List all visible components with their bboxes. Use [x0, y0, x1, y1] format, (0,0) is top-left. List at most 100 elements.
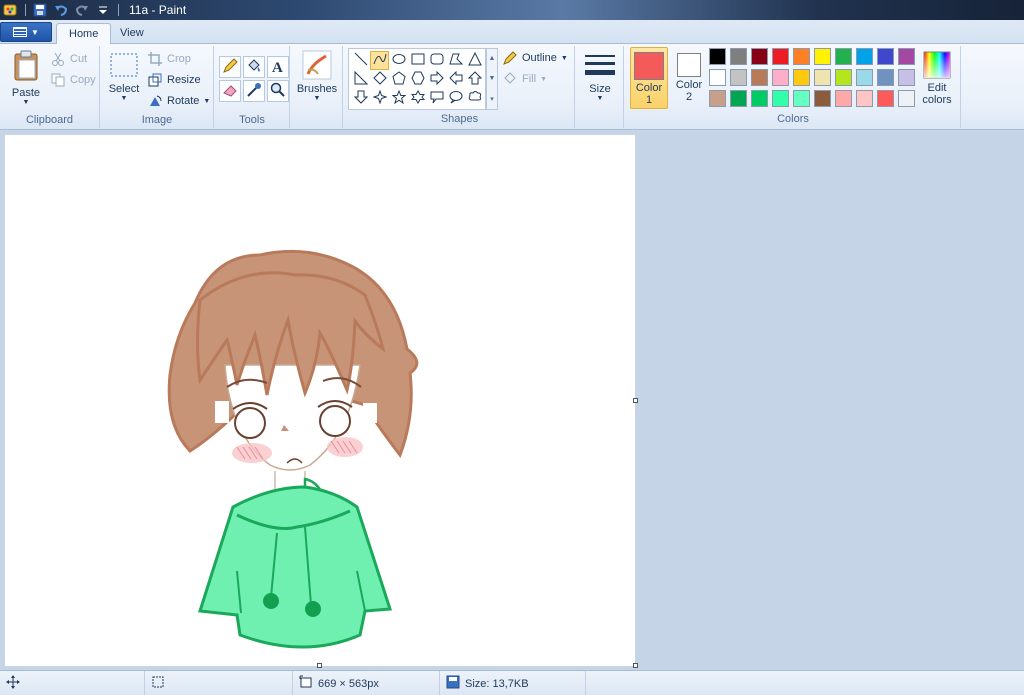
- color-1-swatch: [634, 52, 664, 80]
- shape-five-point-star[interactable]: [389, 89, 408, 108]
- palette-color-13[interactable]: [751, 69, 768, 86]
- tab-view[interactable]: View: [108, 23, 156, 45]
- copy-button[interactable]: Copy: [50, 71, 96, 89]
- paste-button[interactable]: Paste ▼: [8, 50, 44, 106]
- outline-label: Outline: [522, 52, 557, 64]
- palette-color-20[interactable]: [898, 69, 915, 86]
- cut-button[interactable]: Cut: [50, 50, 87, 68]
- save-icon[interactable]: [33, 3, 47, 17]
- palette-color-6[interactable]: [814, 48, 831, 65]
- palette-color-27[interactable]: [835, 90, 852, 107]
- shape-oval-callout[interactable]: [446, 89, 465, 108]
- palette-color-29[interactable]: [877, 90, 894, 107]
- redo-icon[interactable]: [75, 3, 89, 17]
- hexagon-shape-icon: [410, 71, 425, 88]
- paint-menu-button[interactable]: ▼: [0, 22, 52, 42]
- expand-gallery-icon[interactable]: ▾: [490, 95, 494, 103]
- palette-color-8[interactable]: [856, 48, 873, 65]
- palette-color-24[interactable]: [772, 90, 789, 107]
- drawing-canvas[interactable]: [5, 135, 638, 668]
- palette-color-14[interactable]: [772, 69, 789, 86]
- shape-right-triangle[interactable]: [351, 70, 370, 89]
- size-button[interactable]: Size ▼: [582, 52, 618, 102]
- crop-label: Crop: [167, 53, 191, 65]
- palette-color-17[interactable]: [835, 69, 852, 86]
- oval-shape-icon: [392, 52, 406, 69]
- resize-handle-bottom[interactable]: [317, 663, 322, 668]
- shape-left-arrow[interactable]: [446, 70, 465, 89]
- color-2-button[interactable]: Color 2: [670, 47, 708, 109]
- paint-app-icon[interactable]: [3, 3, 17, 17]
- palette-color-22[interactable]: [730, 90, 747, 107]
- shape-rectangle[interactable]: [408, 51, 427, 70]
- palette-color-4[interactable]: [772, 48, 789, 65]
- shape-six-point-star[interactable]: [408, 89, 427, 108]
- brushes-group: Brushes ▼: [291, 46, 343, 128]
- palette-color-23[interactable]: [751, 90, 768, 107]
- brushes-button[interactable]: Brushes ▼: [297, 50, 337, 102]
- text-tool[interactable]: A: [267, 56, 289, 78]
- shape-curve[interactable]: [370, 51, 389, 70]
- palette-color-3[interactable]: [751, 48, 768, 65]
- crop-button[interactable]: Crop: [147, 50, 191, 68]
- shape-oval[interactable]: [389, 51, 408, 70]
- rotate-label: Rotate: [167, 95, 200, 107]
- resize-handle-corner[interactable]: [633, 663, 638, 668]
- fill-tool[interactable]: [243, 56, 265, 78]
- rotate-button[interactable]: Rotate ▼: [147, 92, 210, 110]
- palette-color-26[interactable]: [814, 90, 831, 107]
- color-1-button[interactable]: Color 1: [630, 47, 668, 109]
- shape-up-arrow[interactable]: [465, 70, 484, 89]
- palette-color-28[interactable]: [856, 90, 873, 107]
- shapes-scrollbar[interactable]: ▲ ▼ ▾: [486, 48, 498, 110]
- scroll-up-icon[interactable]: ▲: [489, 55, 496, 62]
- rectangle-shape-icon: [411, 52, 425, 69]
- palette-color-19[interactable]: [877, 69, 894, 86]
- eraser-tool[interactable]: [219, 80, 241, 102]
- shape-line[interactable]: [351, 51, 370, 70]
- scroll-down-icon[interactable]: ▼: [489, 75, 496, 82]
- undo-icon[interactable]: [54, 3, 68, 17]
- resize-handle-right[interactable]: [633, 398, 638, 403]
- shape-four-point-star[interactable]: [370, 89, 389, 108]
- palette-color-21[interactable]: [709, 90, 726, 107]
- palette-color-5[interactable]: [793, 48, 810, 65]
- resize-button[interactable]: Resize: [147, 71, 201, 89]
- edit-colors-button[interactable]: Edit colors: [917, 47, 957, 109]
- palette-color-7[interactable]: [835, 48, 852, 65]
- shape-hexagon[interactable]: [408, 70, 427, 89]
- shape-pentagon[interactable]: [389, 70, 408, 89]
- palette-color-10[interactable]: [898, 48, 915, 65]
- palette-color-12[interactable]: [730, 69, 747, 86]
- shape-triangle[interactable]: [465, 51, 484, 70]
- shape-polygon[interactable]: [446, 51, 465, 70]
- palette-color-15[interactable]: [793, 69, 810, 86]
- shape-rounded-rectangle[interactable]: [427, 51, 446, 70]
- palette-color-25[interactable]: [793, 90, 810, 107]
- palette-color-9[interactable]: [877, 48, 894, 65]
- clipboard-group-label: Clipboard: [25, 114, 74, 126]
- shape-down-arrow[interactable]: [351, 89, 370, 108]
- customize-toolbar-icon[interactable]: [96, 3, 110, 17]
- shape-rect-callout[interactable]: [427, 89, 446, 108]
- palette-color-2[interactable]: [730, 48, 747, 65]
- palette-color-18[interactable]: [856, 69, 873, 86]
- shape-diamond[interactable]: [370, 70, 389, 89]
- fill-button[interactable]: Fill ▼: [502, 70, 547, 88]
- shape-cloud-callout[interactable]: [465, 89, 484, 108]
- palette-color-11[interactable]: [709, 69, 726, 86]
- shape-right-arrow[interactable]: [427, 70, 446, 89]
- palette-color-1[interactable]: [709, 48, 726, 65]
- magnifier-tool[interactable]: [267, 80, 289, 102]
- fill-icon: [246, 58, 262, 77]
- fill-bucket-icon: [502, 71, 518, 87]
- palette-color-30[interactable]: [898, 90, 915, 107]
- color-picker-tool[interactable]: [243, 80, 265, 102]
- outline-button[interactable]: Outline ▼: [502, 49, 568, 67]
- pencil-tool[interactable]: [219, 56, 241, 78]
- palette-color-16[interactable]: [814, 69, 831, 86]
- color-2-swatch: [677, 53, 701, 77]
- tab-home[interactable]: Home: [56, 23, 112, 45]
- cursor-position: [0, 671, 145, 695]
- select-button[interactable]: Select ▼: [107, 52, 141, 102]
